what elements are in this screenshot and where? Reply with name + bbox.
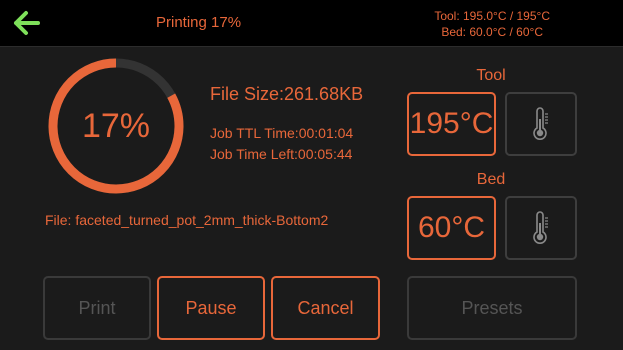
job-total-time: Job TTL Time:00:01:04 [210,125,354,141]
tool-thermometer-button[interactable] [505,92,577,156]
temperature-summary: Tool: 195.0°C / 195°C Bed: 60.0°C / 60°C [434,8,550,40]
bed-temp-display[interactable]: 60°C [407,196,496,260]
tool-temp-display[interactable]: 195°C [407,92,496,156]
tool-label: Tool [476,67,506,84]
top-bar: Printing 17% Tool: 195.0°C / 195°C Bed: … [0,0,623,47]
cancel-button[interactable]: Cancel [271,276,380,340]
back-button[interactable] [10,8,44,38]
job-time-left: Job Time Left:00:05:44 [210,146,353,162]
print-button[interactable]: Print [43,276,151,340]
progress-percent: 17% [81,106,151,145]
pause-button[interactable]: Pause [157,276,265,340]
file-size: File Size:261.68KB [210,84,364,104]
file-name: File: faceted_turned_pot_2mm_thick-Botto… [45,212,329,228]
thermometer-icon [533,211,548,244]
arrow-left-icon [14,11,40,35]
bed-label: Bed [476,171,506,188]
bed-temp-summary: Bed: 60.0°C / 60°C [441,25,543,39]
print-status-text: Printing 17% [156,14,242,31]
thermometer-icon [533,107,548,140]
bed-thermometer-button[interactable] [505,196,577,260]
presets-button[interactable]: Presets [407,276,577,340]
tool-temp-summary: Tool: 195.0°C / 195°C [434,9,550,23]
